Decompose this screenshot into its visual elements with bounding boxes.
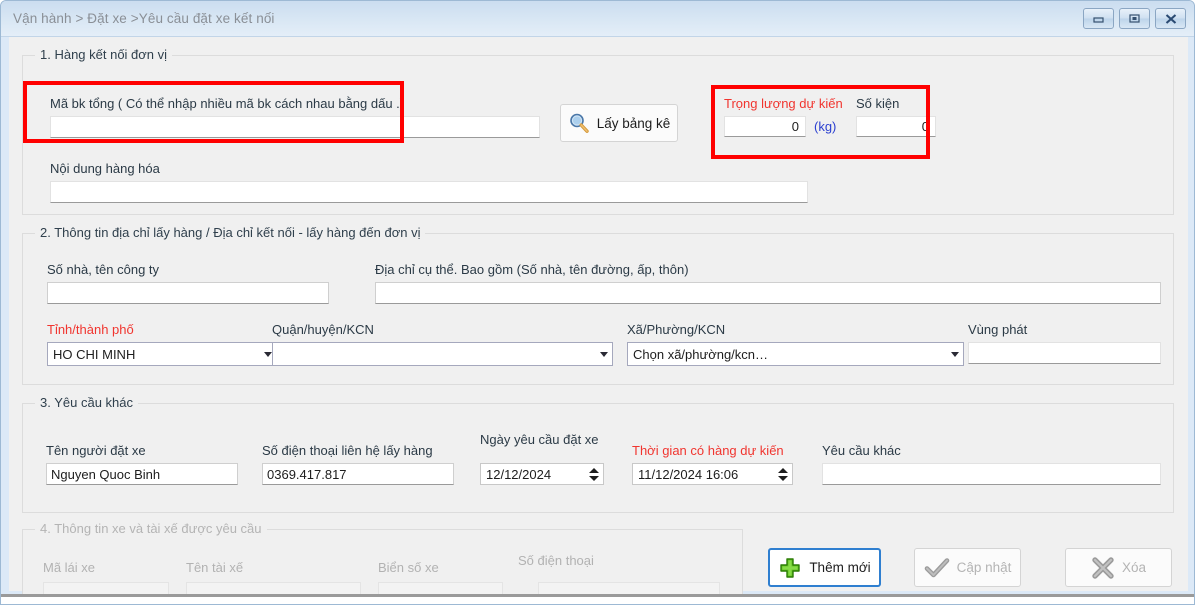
spinner-down-icon[interactable] — [778, 475, 788, 481]
spinner-up-icon[interactable] — [778, 467, 788, 473]
so-kien-label: Số kiện — [856, 96, 900, 111]
xoa-button: Xóa — [1065, 548, 1172, 587]
x-mark-icon — [1091, 556, 1115, 580]
close-icon — [1165, 13, 1176, 24]
vung-phat-input[interactable] — [968, 342, 1161, 364]
check-icon — [924, 557, 950, 579]
them-moi-label: Thêm mới — [809, 560, 871, 575]
thoi-gian-co-hang-label: Thời gian có hàng dự kiến — [632, 443, 784, 458]
trong-luong-du-kien-label: Trọng lượng dự kiến — [724, 96, 843, 111]
yeu-cau-khac-input[interactable] — [822, 463, 1161, 485]
minimize-button[interactable] — [1083, 8, 1114, 29]
xa-phuong-kcn-select[interactable]: Chọn xã/phường/kcn… — [627, 342, 964, 366]
spinner-down-icon[interactable] — [589, 475, 599, 481]
bien-so-xe-label: Biển số xe — [378, 560, 439, 575]
section3-title: 3. Yêu cầu khác — [35, 395, 138, 410]
noi-dung-hang-hoa-input[interactable] — [50, 181, 808, 203]
lay-bang-ke-label: Lấy bảng kê — [596, 115, 671, 131]
ten-nguoi-dat-xe-label: Tên người đặt xe — [46, 443, 146, 458]
trong-luong-du-kien-input[interactable] — [724, 116, 806, 137]
ma-bk-tong-label: Mã bk tổng ( Có thể nhập nhiều mã bk các… — [50, 96, 405, 111]
section-hang-ket-noi-don-vi: 1. Hàng kết nối đơn vị Mã bk tổng ( Có t… — [22, 47, 1174, 215]
close-button[interactable] — [1155, 8, 1186, 29]
form-client-area: 1. Hàng kết nối đơn vị Mã bk tổng ( Có t… — [9, 37, 1188, 604]
xa-phuong-kcn-value: Chọn xã/phường/kcn… — [633, 346, 769, 362]
plus-icon — [778, 556, 802, 580]
maximize-button[interactable] — [1119, 8, 1150, 29]
ma-bk-tong-input[interactable] — [50, 116, 540, 138]
so-dien-thoai-lien-he-label: Số điện thoại liên hệ lấy hàng — [262, 443, 433, 458]
ten-nguoi-dat-xe-input[interactable] — [46, 463, 238, 485]
window-controls — [1083, 8, 1186, 29]
chevron-down-icon — [595, 351, 612, 357]
tinh-thanh-pho-select[interactable]: HO CHI MINH — [47, 342, 277, 366]
them-moi-button[interactable]: Thêm mới — [768, 548, 881, 587]
section-thong-tin-dia-chi: 2. Thông tin địa chỉ lấy hàng / Địa chỉ … — [22, 225, 1174, 385]
quan-huyen-kcn-label: Quận/huyện/KCN — [272, 322, 374, 337]
application-window: Vận hành > Đặt xe >Yêu cầu đặt xe kết nố… — [0, 0, 1195, 605]
tinh-thanh-pho-value: HO CHI MINH — [53, 346, 136, 362]
noi-dung-hang-hoa-label: Nội dung hàng hóa — [50, 161, 160, 176]
ngay-yeu-cau-dat-xe-picker[interactable]: 12/12/2024 — [480, 463, 604, 485]
so-nha-ten-cong-ty-label: Số nhà, tên công ty — [47, 262, 160, 277]
minimize-icon — [1093, 17, 1104, 23]
ngay-yeu-cau-dat-xe-label: Ngày yêu cầu đặt xe — [480, 432, 599, 447]
ngay-yeu-cau-dat-xe-value: 12/12/2024 — [486, 466, 552, 482]
so-dien-thoai-lien-he-input[interactable] — [262, 463, 454, 485]
so-dien-thoai-tai-xe-label: Số điện thoại — [518, 553, 594, 568]
section-yeu-cau-khac: 3. Yêu cầu khác Tên người đặt xe Số điện… — [22, 395, 1174, 513]
spinner-buttons[interactable] — [585, 464, 603, 484]
spinner-up-icon[interactable] — [589, 467, 599, 473]
tinh-thanh-pho-label: Tỉnh/thành phố — [47, 322, 134, 337]
thoi-gian-co-hang-value: 11/12/2024 16:06 — [638, 466, 739, 482]
vung-phat-label: Vùng phát — [968, 322, 1028, 337]
quan-huyen-kcn-select[interactable] — [272, 342, 613, 366]
ma-lai-xe-label: Mã lái xe — [43, 560, 96, 575]
so-nha-ten-cong-ty-input[interactable] — [47, 282, 329, 304]
dia-chi-cu-the-label: Địa chỉ cụ thể. Bao gồm (Số nhà, tên đườ… — [375, 262, 689, 277]
dia-chi-cu-the-input[interactable] — [375, 282, 1161, 304]
trong-luong-unit-label: (kg) — [814, 119, 837, 134]
section4-title: 4. Thông tin xe và tài xế được yêu cầu — [35, 521, 267, 536]
yeu-cau-khac-label: Yêu cầu khác — [822, 443, 901, 458]
section2-title: 2. Thông tin địa chỉ lấy hàng / Địa chỉ … — [35, 225, 426, 240]
window-bottom-edge — [1, 594, 1194, 604]
search-icon — [568, 112, 590, 134]
xoa-label: Xóa — [1121, 560, 1147, 575]
so-kien-input[interactable] — [856, 116, 936, 137]
ten-tai-xe-label: Tên tài xế — [186, 560, 244, 575]
title-bar: Vận hành > Đặt xe >Yêu cầu đặt xe kết nố… — [1, 1, 1194, 37]
cap-nhat-button: Cập nhật — [914, 548, 1021, 587]
xa-phuong-kcn-label: Xã/Phường/KCN — [627, 322, 726, 337]
lay-bang-ke-button[interactable]: Lấy bảng kê — [560, 104, 678, 142]
cap-nhat-label: Cập nhật — [956, 560, 1012, 575]
spinner-buttons[interactable] — [774, 464, 792, 484]
breadcrumb: Vận hành > Đặt xe >Yêu cầu đặt xe kết nố… — [13, 11, 275, 26]
thoi-gian-co-hang-picker[interactable]: 11/12/2024 16:06 — [632, 463, 793, 485]
maximize-icon — [1129, 14, 1140, 23]
section1-title: 1. Hàng kết nối đơn vị — [35, 47, 173, 62]
chevron-down-icon — [946, 351, 963, 357]
